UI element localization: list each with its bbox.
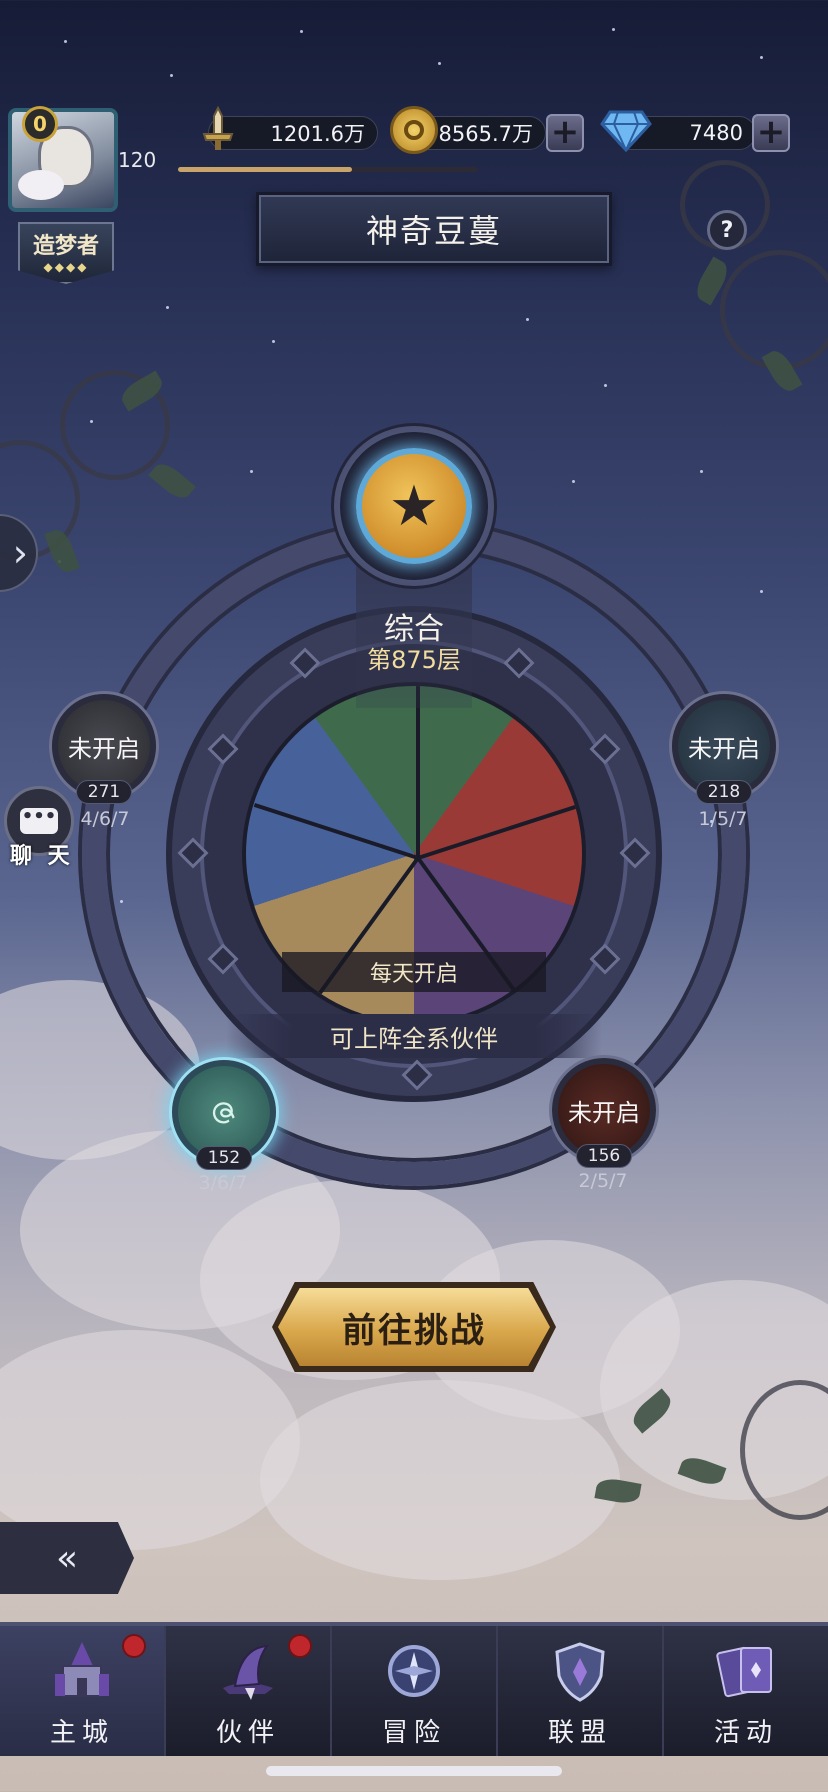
diamond-icon <box>600 108 652 152</box>
nav-main-city-label: 主城 <box>49 1718 114 1748</box>
daily-open-label: 每天开启 <box>282 952 546 992</box>
node-bottom-right-count: 156 <box>576 1144 632 1168</box>
shield-icon <box>545 1636 615 1706</box>
node-bottom-left-progress: 3/6/7 <box>198 1172 248 1194</box>
node-bottom-right-status: 未开启 <box>568 1098 640 1127</box>
nav-alliance[interactable]: 联盟 <box>498 1626 664 1756</box>
nav-adventure-label: 冒险 <box>381 1718 446 1748</box>
star-icon: ★ <box>388 473 440 539</box>
hat-icon <box>213 1636 283 1706</box>
player-level: 120 <box>118 148 157 172</box>
exp-bar-fill <box>178 167 352 172</box>
nav-partners-label: 伙伴 <box>215 1718 280 1748</box>
nav-events-label: 活动 <box>713 1718 778 1748</box>
wind-icon: ဇ <box>210 1079 238 1134</box>
rank-banner[interactable]: 造梦者 ◆◆◆◆ <box>18 222 114 284</box>
compass-icon <box>379 1636 449 1706</box>
nav-alliance-label: 联盟 <box>547 1718 612 1748</box>
back-button[interactable]: « <box>0 1522 134 1594</box>
bottom-navigation: 主城 伙伴 冒险 联盟 活动 <box>0 1622 828 1756</box>
castle-icon <box>47 1636 117 1706</box>
node-top-left-count: 271 <box>76 780 132 804</box>
node-top-right-count: 218 <box>696 780 752 804</box>
challenge-button[interactable]: 前往挑战 <box>278 1288 550 1366</box>
cards-icon <box>711 1636 781 1706</box>
page-title: 神奇豆蔓 <box>256 192 612 266</box>
add-gold-button[interactable]: + <box>546 114 584 152</box>
diamond-value: 7480 <box>689 121 743 145</box>
node-top-right-progress: 1/5/7 <box>698 808 748 830</box>
chevron-right-icon: › <box>12 531 28 575</box>
nav-main-city-badge <box>122 1634 146 1658</box>
nav-partners[interactable]: 伙伴 <box>166 1626 332 1756</box>
home-indicator <box>266 1766 562 1776</box>
node-bottom-left-count: 152 <box>196 1146 252 1170</box>
sword-icon <box>196 106 240 154</box>
vip-badge: 0 <box>22 106 58 142</box>
nav-main-city[interactable]: 主城 <box>0 1626 166 1756</box>
all-partners-label: 可上阵全系伙伴 <box>226 1014 602 1058</box>
add-diamond-button[interactable]: + <box>752 114 790 152</box>
rank-stars: ◆◆◆◆ <box>43 260 89 274</box>
gold-value: 8565.7万 <box>438 122 533 146</box>
exp-bar <box>178 167 478 172</box>
chat-bubble-icon: ••• <box>20 808 58 834</box>
node-bottom-right-progress: 2/5/7 <box>578 1170 628 1192</box>
chat-label[interactable]: 聊 天 <box>10 838 74 870</box>
node-top-left-status: 未开启 <box>68 734 140 763</box>
back-arrow-icon: « <box>55 1537 79 1579</box>
nav-partners-badge <box>288 1634 312 1658</box>
avatar-unicorn <box>18 170 64 200</box>
power-value: 1201.6万 <box>270 122 365 146</box>
comprehensive-mode-medal[interactable]: ★ <box>356 448 472 564</box>
nav-events[interactable]: 活动 <box>664 1626 828 1756</box>
rank-title: 造梦者 <box>32 234 99 259</box>
node-top-right-status: 未开启 <box>688 734 760 763</box>
gold-coin-icon <box>390 106 438 154</box>
mode-floor: 第875层 <box>367 646 461 674</box>
help-button[interactable]: ? <box>707 210 747 250</box>
nav-adventure[interactable]: 冒险 <box>332 1626 498 1756</box>
